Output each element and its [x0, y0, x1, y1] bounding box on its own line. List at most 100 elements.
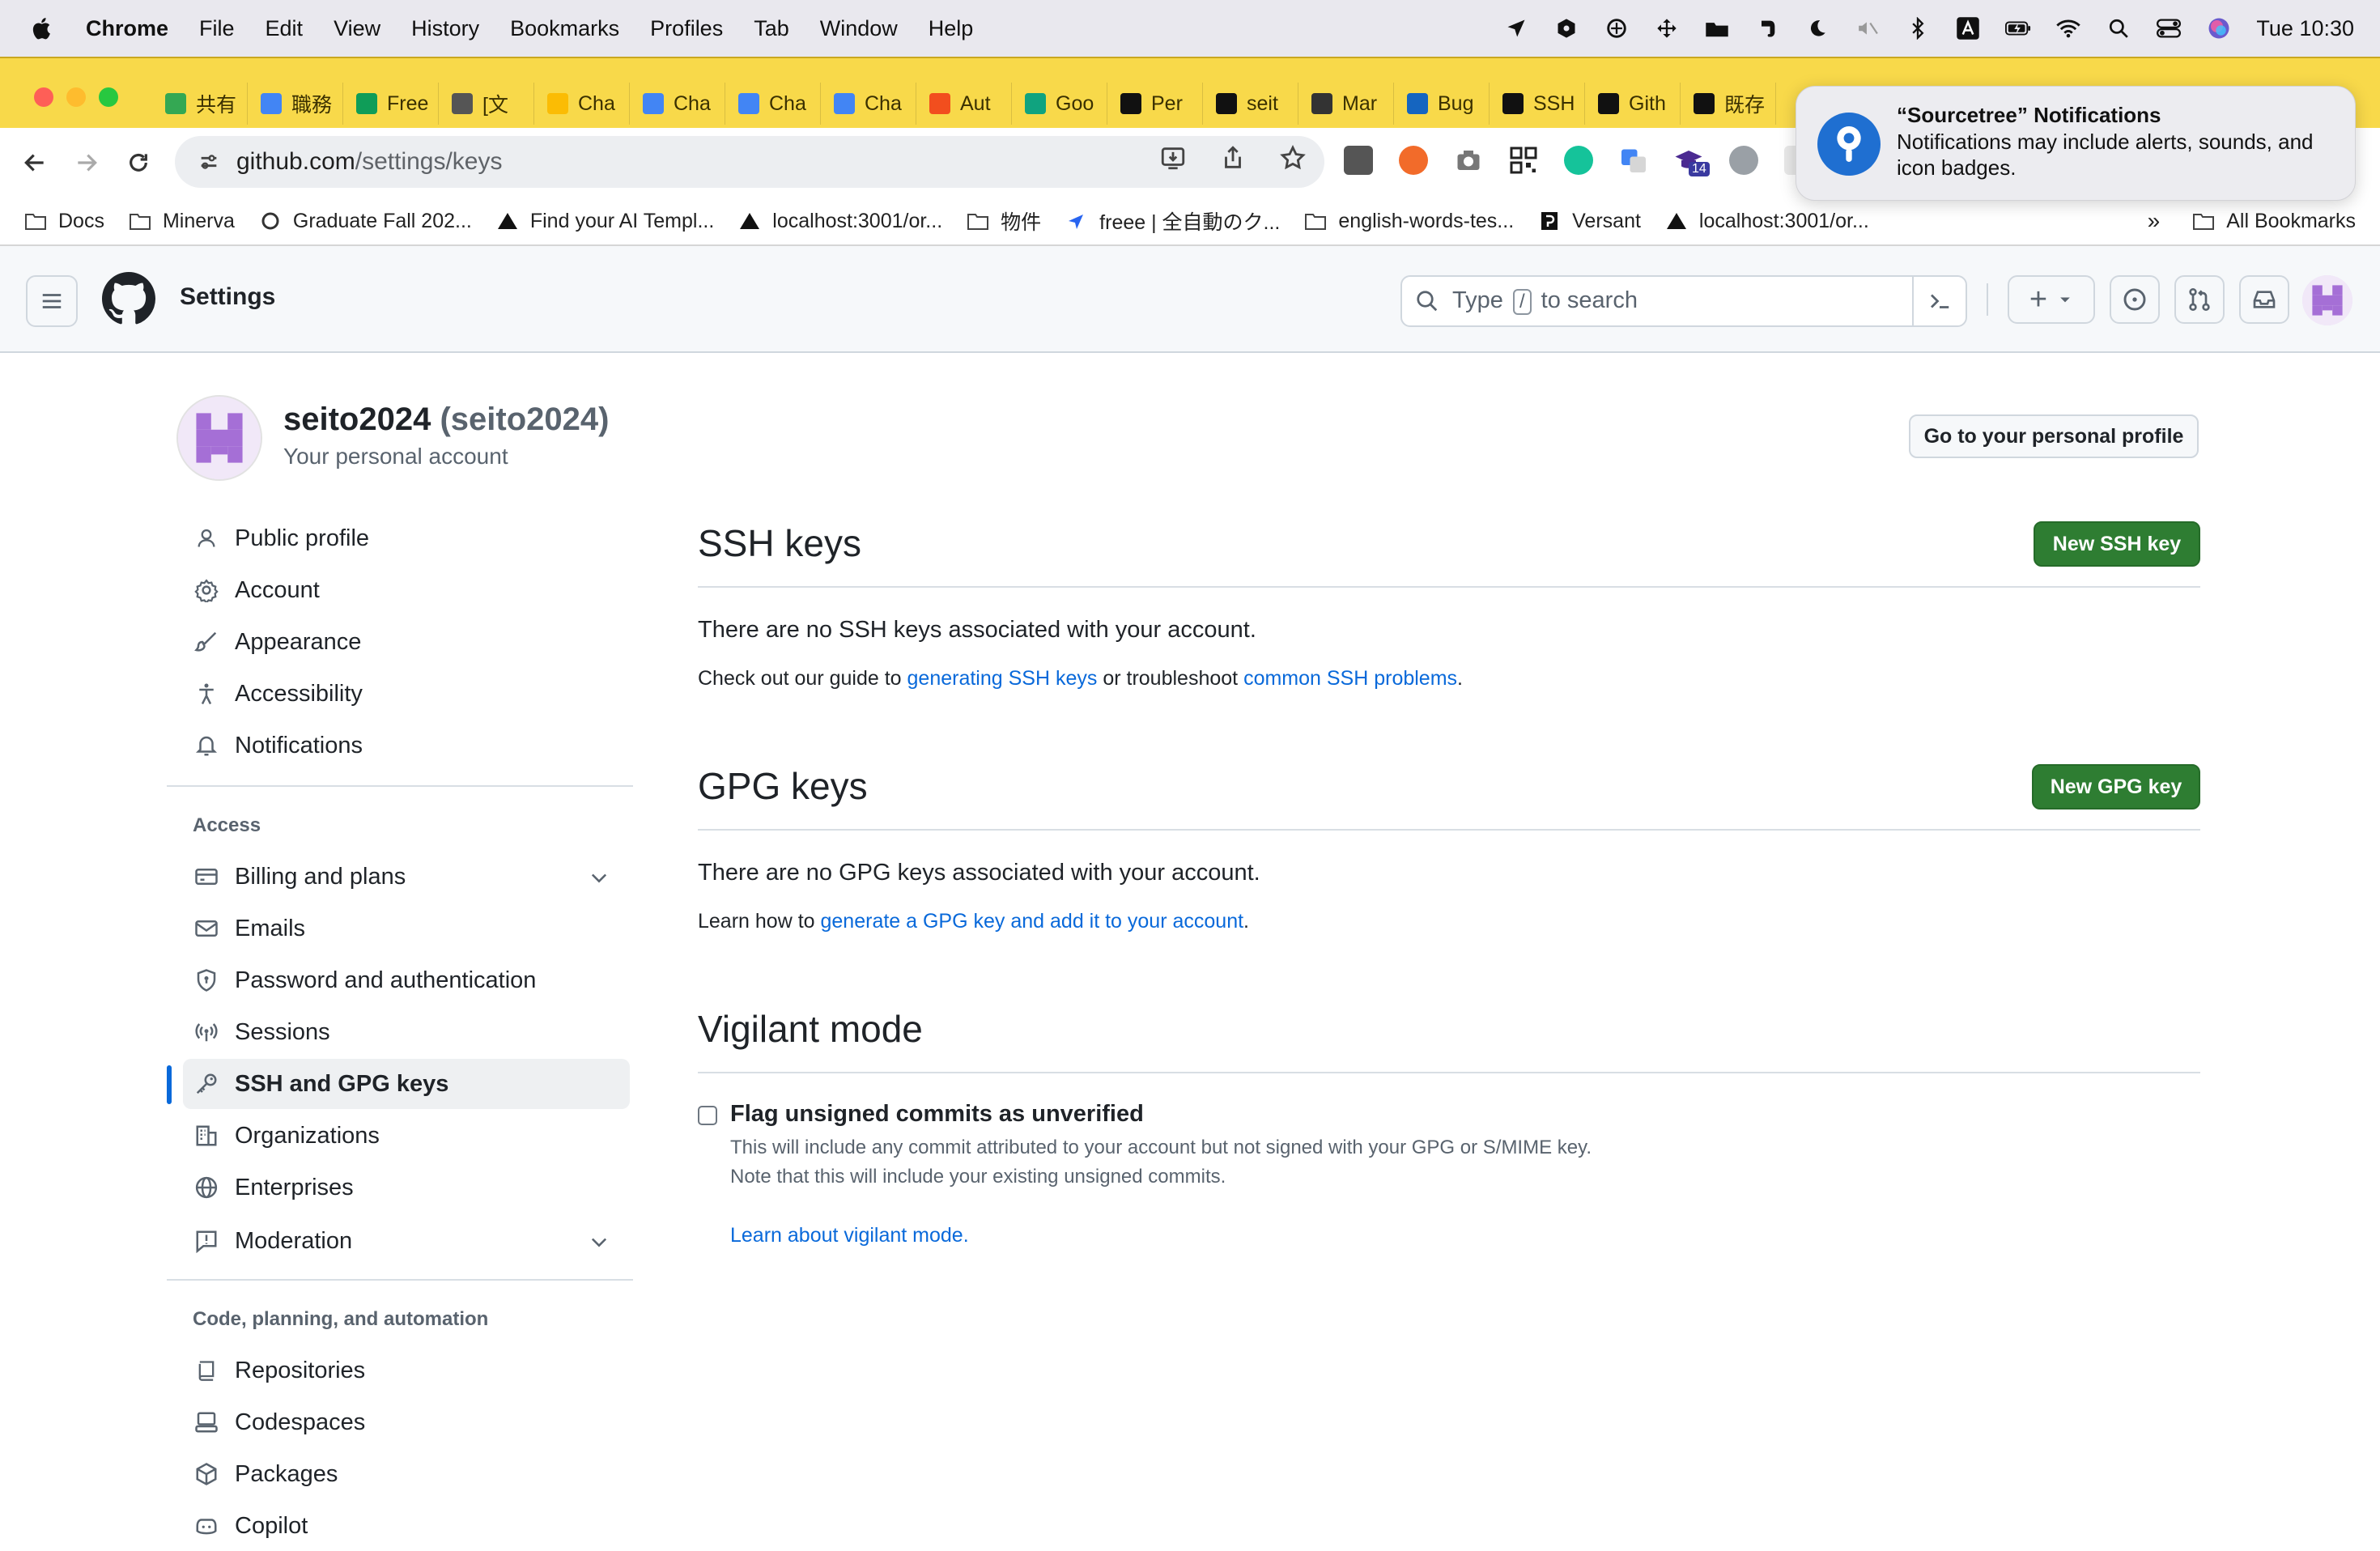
qr-code-extension-icon[interactable]: [1509, 146, 1538, 175]
hexagon-app-icon[interactable]: [1553, 15, 1579, 41]
wifi-icon[interactable]: [2055, 15, 2081, 41]
generate-gpg-key-link[interactable]: generate a GPG key and add it to your ac…: [821, 910, 1244, 933]
profile-name[interactable]: seito2024 (seito2024): [283, 402, 609, 438]
back-arrow-icon[interactable]: [18, 146, 52, 180]
reload-icon[interactable]: [121, 146, 155, 180]
graduation-extension-icon[interactable]: 14: [1674, 146, 1710, 176]
browser-tab[interactable]: Gith: [1585, 83, 1681, 125]
all-bookmarks-button[interactable]: All Bookmarks: [2192, 210, 2356, 233]
browser-tab[interactable]: Cha: [534, 83, 630, 125]
battery-icon[interactable]: [2005, 15, 2031, 41]
control-center-icon[interactable]: [2156, 15, 2182, 41]
sidebar-item-ssh-gpg-keys[interactable]: SSH and GPG keys: [183, 1059, 630, 1109]
header-context-title[interactable]: Settings: [180, 283, 275, 311]
search-input[interactable]: Type / to search: [1400, 275, 1967, 327]
browser-tab[interactable]: Mar: [1298, 83, 1394, 125]
browser-tab[interactable]: Cha: [725, 83, 821, 125]
user-avatar-button[interactable]: [2302, 275, 2352, 325]
pull-requests-button[interactable]: [2174, 275, 2225, 324]
browser-tab[interactable]: SSH: [1490, 83, 1585, 125]
bookmark-item[interactable]: Docs: [24, 210, 104, 233]
install-app-icon[interactable]: [1159, 144, 1187, 178]
sidebar-item-repositories[interactable]: Repositories: [183, 1345, 630, 1396]
forward-arrow-icon[interactable]: [70, 146, 104, 180]
menu-bar-clock[interactable]: Tue 10:30: [2256, 16, 2354, 41]
network-monitor-icon[interactable]: [1604, 15, 1630, 41]
speaker-muted-icon[interactable]: [1855, 15, 1881, 41]
siri-icon[interactable]: [2206, 15, 2232, 41]
orange-extension-icon[interactable]: [1399, 146, 1428, 175]
sidebar-item-emails[interactable]: Emails: [183, 903, 630, 954]
browser-tab[interactable]: Per: [1107, 83, 1203, 125]
menu-bookmarks[interactable]: Bookmarks: [510, 16, 619, 41]
new-gpg-key-button[interactable]: New GPG key: [2032, 764, 2200, 809]
sidebar-item-packages[interactable]: Packages: [183, 1449, 630, 1499]
folder-stack-icon[interactable]: [1704, 15, 1730, 41]
bookmark-star-icon[interactable]: [1279, 144, 1307, 178]
menu-file[interactable]: File: [199, 16, 235, 41]
chevron-down-icon[interactable]: [588, 1230, 610, 1253]
grammarly-extension-icon[interactable]: [1564, 146, 1593, 175]
site-info-icon[interactable]: [198, 151, 220, 173]
learn-about-vigilant-mode-link[interactable]: Learn about vigilant mode.: [730, 1221, 969, 1250]
bookmarks-overflow-button[interactable]: »: [2148, 208, 2161, 234]
address-bar[interactable]: github.com/settings/keys: [175, 136, 1324, 188]
bookmark-item[interactable]: freee | 全自動のク...: [1065, 206, 1280, 236]
generating-ssh-keys-link[interactable]: generating SSH keys: [907, 667, 1098, 690]
window-close-button[interactable]: [34, 87, 53, 107]
location-arrow-icon[interactable]: [1503, 15, 1529, 41]
bookmark-item[interactable]: localhost:3001/or...: [738, 210, 942, 233]
sidebar-item-account[interactable]: Account: [183, 565, 630, 615]
sidebar-item-accessibility[interactable]: Accessibility: [183, 669, 630, 719]
share-icon[interactable]: [1219, 144, 1247, 178]
github-logo-icon[interactable]: [102, 272, 155, 325]
chevron-down-icon[interactable]: [588, 866, 610, 889]
sidebar-item-codespaces[interactable]: Codespaces: [183, 1397, 630, 1447]
sidebar-item-appearance[interactable]: Appearance: [183, 617, 630, 667]
issues-button[interactable]: [2110, 275, 2160, 324]
spotlight-search-icon[interactable]: [2106, 15, 2131, 41]
flag-unsigned-commits-label[interactable]: Flag unsigned commits as unverified: [730, 1101, 1144, 1128]
bookmark-item[interactable]: 物件: [967, 206, 1041, 236]
sourcetree-notification[interactable]: “Sourcetree” Notifications Notifications…: [1796, 86, 2356, 201]
camera-extension-icon[interactable]: [1454, 146, 1483, 175]
inbox-button[interactable]: [2239, 275, 2289, 324]
bookmark-item[interactable]: Versant: [1538, 210, 1641, 233]
move-tool-icon[interactable]: [1654, 15, 1680, 41]
menu-tab[interactable]: Tab: [754, 16, 789, 41]
menu-window[interactable]: Window: [820, 16, 898, 41]
evernote-icon[interactable]: [1754, 15, 1780, 41]
bookmark-item[interactable]: localhost:3001/or...: [1665, 210, 1869, 233]
window-zoom-button[interactable]: [99, 87, 118, 107]
create-new-button[interactable]: +: [2008, 275, 2095, 324]
browser-tab[interactable]: 職務: [248, 83, 343, 125]
profile-avatar[interactable]: [176, 395, 262, 481]
bookmark-item[interactable]: english-words-tes...: [1304, 210, 1514, 233]
flag-unsigned-commits-checkbox[interactable]: [698, 1106, 717, 1125]
menu-profiles[interactable]: Profiles: [650, 16, 723, 41]
browser-tab[interactable]: [文: [439, 83, 534, 125]
input-source-icon[interactable]: [1955, 15, 1981, 41]
window-minimize-button[interactable]: [66, 87, 86, 107]
apple-logo-icon[interactable]: [31, 15, 55, 42]
bookmark-item[interactable]: Graduate Fall 202...: [259, 210, 472, 233]
browser-tab[interactable]: 既存: [1681, 83, 1776, 125]
menu-edit[interactable]: Edit: [266, 16, 304, 41]
common-ssh-problems-link[interactable]: common SSH problems: [1243, 667, 1457, 690]
translate-extension-icon[interactable]: [1619, 146, 1648, 175]
browser-tab[interactable]: Free: [343, 83, 439, 125]
sidebar-item-enterprises[interactable]: Enterprises: [183, 1162, 630, 1213]
browser-tab[interactable]: seit: [1203, 83, 1298, 125]
menu-help[interactable]: Help: [929, 16, 974, 41]
command-palette-button[interactable]: [1912, 277, 1966, 325]
bookmark-item[interactable]: Find your AI Templ...: [496, 210, 714, 233]
gray-extension-icon[interactable]: [1729, 146, 1758, 175]
browser-tab[interactable]: Cha: [630, 83, 725, 125]
browser-tab[interactable]: Cha: [821, 83, 916, 125]
sidebar-item-password-authentication[interactable]: Password and authentication: [183, 955, 630, 1005]
browser-tab[interactable]: 共有: [152, 83, 248, 125]
sidebar-item-notifications[interactable]: Notifications: [183, 720, 630, 771]
app-menu-chrome[interactable]: Chrome: [86, 16, 168, 41]
moon-icon[interactable]: [1804, 15, 1830, 41]
sidebar-item-billing[interactable]: Billing and plans: [183, 852, 630, 902]
